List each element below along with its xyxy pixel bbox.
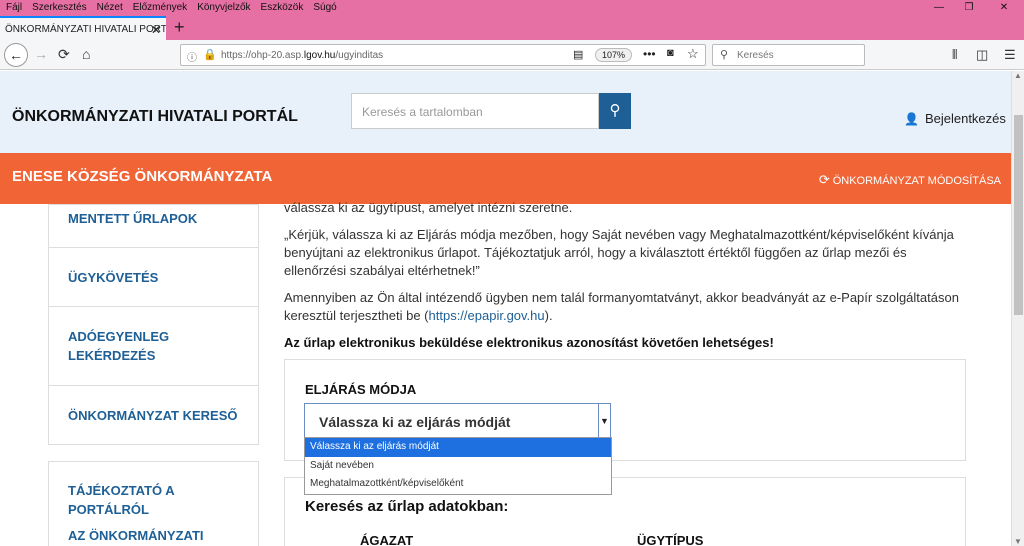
navigation-bar: ← → ⟳ ⌂ ⓘ 🔒 https://ohp-20.asp.lgov.hu/u…	[0, 40, 1024, 70]
home-icon[interactable]: ⌂	[82, 46, 90, 62]
sidebar-divider	[48, 247, 259, 248]
search-icon: ⚲	[720, 49, 729, 61]
hamburger-menu-icon[interactable]: ☰	[1004, 47, 1016, 63]
site-search-placeholder: Keresés a tartalomban	[362, 105, 483, 119]
site-search-button[interactable]: ⚲	[599, 93, 631, 129]
menu-item[interactable]: Előzmények	[133, 2, 187, 13]
bookmark-star-icon[interactable]: ☆	[687, 46, 699, 62]
browser-tab[interactable]: ÖNKORMÁNYZATI HIVATALI PORT ✕	[0, 16, 166, 40]
auth-notice: Az űrlap elektronikus beküldése elektron…	[284, 335, 774, 350]
dropdown-option[interactable]: Saját nevében	[305, 457, 611, 476]
epapir-text: Amennyiben az Ön által intézendő ügyben …	[284, 290, 959, 323]
sector-label: ÁGAZAT	[360, 533, 414, 546]
browser-search-input[interactable]: ⚲ Keresés	[712, 44, 865, 66]
url-text: https://ohp-20.asp.lgov.hu/ugyinditas	[221, 50, 384, 61]
browser-search-placeholder: Keresés	[737, 50, 774, 61]
sidebar-item-tax-balance[interactable]: ADÓEGYENLEG LEKÉRDEZÉS	[68, 327, 218, 365]
menu-item[interactable]: Eszközök	[261, 2, 304, 13]
library-icon[interactable]: ⫴	[952, 47, 957, 63]
menu-item[interactable]: Könyvjelzők	[197, 2, 250, 13]
change-municipality-button[interactable]: ⟳ ÖNKORMÁNYZAT MÓDOSÍTÁSA	[819, 172, 1001, 188]
tab-bar: ÖNKORMÁNYZATI HIVATALI PORT ✕ +	[0, 16, 1024, 40]
procedure-mode-select[interactable]: Válassza ki az eljárás módját ▼	[304, 403, 611, 439]
scroll-down-icon[interactable]: ▼	[1014, 537, 1022, 546]
epapir-link[interactable]: https://epapir.gov.hu	[429, 308, 545, 323]
page-viewport: ÖNKORMÁNYZATI HIVATALI PORTÁL Keresés a …	[0, 71, 1024, 546]
dropdown-option[interactable]: Válassza ki az eljárás módját	[305, 438, 611, 457]
forward-icon[interactable]: →	[34, 46, 48, 62]
sidebar-toggle-icon[interactable]: ◫	[976, 47, 988, 63]
case-type-label: ÜGYTÍPUS	[637, 533, 704, 546]
dropdown-option[interactable]: Meghatalmazottként/képviselőként	[305, 475, 611, 494]
page-scrollbar[interactable]: ▲ ▼	[1011, 71, 1024, 546]
sidebar-divider	[48, 306, 259, 307]
chevron-down-icon[interactable]: ▼	[598, 404, 610, 438]
site-header: ÖNKORMÁNYZATI HIVATALI PORTÁL Keresés a …	[0, 71, 1011, 153]
address-bar[interactable]: ⓘ 🔒 https://ohp-20.asp.lgov.hu/ugyindita…	[180, 44, 706, 66]
epapir-paragraph: Amennyiben az Ön által intézendő ügyben …	[284, 289, 964, 325]
more-actions-icon[interactable]: •••	[643, 47, 656, 61]
sidebar-divider	[48, 385, 259, 386]
login-link[interactable]: 👤 Bejelentkezés	[904, 111, 1006, 126]
procedure-mode-dropdown: Válassza ki az eljárás módját Saját nevé…	[304, 437, 612, 495]
epapir-text-end: ).	[544, 308, 553, 323]
menu-item[interactable]: Nézet	[97, 2, 123, 13]
procedure-mode-label: ELJÁRÁS MÓDJA	[305, 382, 417, 397]
login-label: Bejelentkezés	[924, 111, 1006, 126]
portal-title[interactable]: ÖNKORMÁNYZATI HIVATALI PORTÁL	[12, 108, 298, 126]
minimize-icon[interactable]: —	[924, 0, 954, 16]
sidebar-item-municipal[interactable]: AZ ÖNKORMÁNYZATI	[68, 526, 204, 545]
sidebar-item-saved-forms[interactable]: MENTETT ŰRLAPOK	[68, 209, 197, 228]
refresh-icon: ⟳	[818, 172, 830, 187]
browser-menubar: Fájl Szerkesztés Nézet Előzmények Könyvjelző…	[0, 0, 1024, 16]
zoom-level[interactable]: 107%	[595, 48, 633, 62]
intro-text: válassza ki az ügytípust, amelyet intézn…	[284, 200, 573, 215]
municipality-bar: ENESE KÖZSÉG ÖNKORMÁNYZATA ⟳ ÖNKORMÁNYZAT…	[0, 153, 1011, 204]
info-icon[interactable]: ⓘ	[187, 49, 197, 64]
search-icon: ⚲	[609, 102, 621, 119]
menu-item[interactable]: Fájl	[6, 2, 22, 13]
close-window-icon[interactable]: ✕	[984, 0, 1024, 16]
change-municipality-label: ÖNKORMÁNYZAT MÓDOSÍTÁSA	[832, 175, 1001, 187]
site-search-input[interactable]: Keresés a tartalomban	[351, 93, 599, 129]
user-icon: 👤	[904, 112, 919, 126]
form-search-heading: Keresés az űrlap adatokban:	[305, 498, 509, 515]
restore-icon[interactable]: ❐	[954, 0, 984, 16]
back-icon[interactable]: ←	[4, 43, 28, 67]
sidebar-item-case-tracking[interactable]: ÜGYKÖVETÉS	[68, 268, 158, 287]
close-tab-icon[interactable]: ✕	[151, 18, 161, 40]
menu-item[interactable]: Szerkesztés	[32, 2, 86, 13]
municipality-name: ENESE KÖZSÉG ÖNKORMÁNYZATA	[12, 168, 273, 185]
tab-title: ÖNKORMÁNYZATI HIVATALI PORT	[5, 24, 166, 35]
instructions-paragraph: „Kérjük, válassza ki az Eljárás módja me…	[284, 227, 954, 278]
sidebar-item-portal-info[interactable]: TÁJÉKOZTATÓ A PORTÁLRÓL	[68, 481, 208, 519]
new-tab-icon[interactable]: +	[174, 16, 185, 38]
scrollbar-thumb[interactable]	[1014, 115, 1023, 315]
reader-view-icon[interactable]: ▤	[573, 48, 583, 61]
scroll-up-icon[interactable]: ▲	[1014, 71, 1022, 80]
sidebar-item-municipality-search[interactable]: ÖNKORMÁNYZAT KERESŐ	[68, 406, 237, 425]
pocket-icon[interactable]: ◙	[667, 47, 674, 59]
reload-icon[interactable]: ⟳	[58, 46, 70, 63]
procedure-mode-selected: Válassza ki az eljárás módját	[319, 414, 511, 430]
lock-icon: 🔒	[203, 49, 217, 61]
menu-item[interactable]: Súgó	[313, 2, 336, 13]
